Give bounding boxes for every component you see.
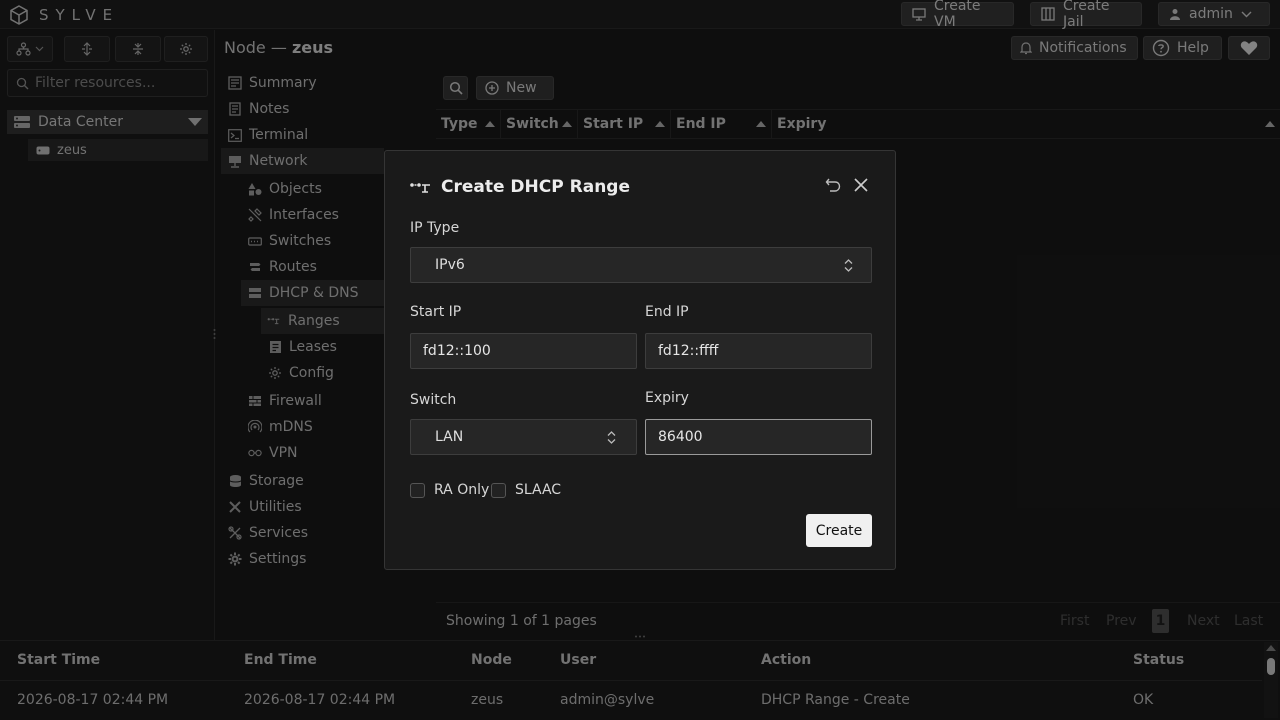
reset-icon[interactable] (825, 177, 841, 193)
expiry-label: Expiry (645, 390, 689, 406)
ranges-icon (410, 179, 432, 195)
end-ip-input[interactable] (658, 343, 859, 359)
expiry-field[interactable] (645, 419, 872, 455)
ra-only-checkbox[interactable]: RA Only (410, 482, 489, 498)
slaac-checkbox[interactable]: SLAAC (491, 482, 561, 498)
chevron-up-down-icon (844, 259, 853, 272)
close-icon[interactable] (854, 178, 868, 192)
ip-type-label: IP Type (410, 220, 460, 236)
start-ip-field[interactable] (410, 333, 637, 369)
end-ip-field[interactable] (645, 333, 872, 369)
checkbox-box[interactable] (491, 482, 506, 498)
chevron-up-down-icon (607, 431, 616, 444)
checkbox-box[interactable] (410, 482, 425, 498)
create-dhcp-range-dialog: Create DHCP Range IP Type IPv6 Start IP … (384, 150, 896, 570)
slaac-label: SLAAC (515, 482, 562, 498)
start-ip-label: Start IP (410, 304, 462, 320)
ra-only-label: RA Only (434, 482, 490, 498)
dialog-title: Create DHCP Range (441, 177, 630, 197)
ip-type-select[interactable]: IPv6 (410, 247, 872, 283)
create-button[interactable]: Create (806, 514, 872, 547)
switch-label: Switch (410, 392, 457, 408)
end-ip-label: End IP (645, 304, 689, 320)
expiry-input[interactable] (658, 429, 859, 445)
start-ip-input[interactable] (423, 343, 624, 359)
switch-value: LAN (435, 429, 464, 445)
ip-type-value: IPv6 (435, 257, 465, 273)
switch-select[interactable]: LAN (410, 419, 637, 455)
